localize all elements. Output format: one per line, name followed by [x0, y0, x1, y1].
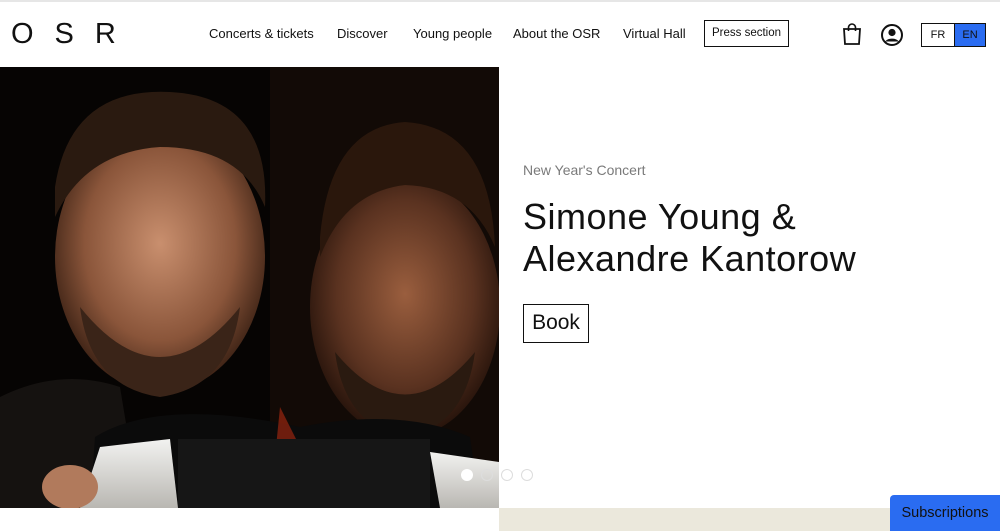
carousel-dot-3[interactable] [501, 469, 513, 481]
carousel-dots [461, 469, 533, 481]
carousel-dot-1[interactable] [461, 469, 473, 481]
nav-about-osr[interactable]: About the OSR [513, 26, 600, 42]
nav-young-people[interactable]: Young people [413, 26, 492, 42]
lang-fr-button[interactable]: FR [922, 24, 954, 46]
carousel-dot-2[interactable] [481, 469, 493, 481]
hero-photo-illustration [0, 67, 499, 508]
user-account-icon[interactable] [880, 23, 904, 47]
hero-kicker: New Year's Concert [523, 162, 646, 178]
carousel-dot-4[interactable] [521, 469, 533, 481]
book-button[interactable]: Book [523, 304, 589, 343]
hero-title: Simone Young & Alexandre Kantorow [523, 196, 857, 279]
nav-virtual-hall[interactable]: Virtual Hall [623, 26, 686, 42]
shopping-bag-icon[interactable] [842, 22, 862, 46]
nav-discover[interactable]: Discover [337, 26, 388, 42]
subscriptions-button[interactable]: Subscriptions [890, 495, 1000, 531]
osr-logo[interactable]: OSR [11, 18, 137, 50]
press-section-button[interactable]: Press section [704, 20, 789, 47]
hero-photo [0, 67, 499, 508]
nav-concerts-tickets[interactable]: Concerts & tickets [209, 26, 314, 42]
language-switcher: FR EN [921, 23, 986, 47]
lang-en-button[interactable]: EN [954, 24, 985, 46]
site-header: OSR Concerts & tickets Discover Young pe… [0, 2, 1000, 66]
